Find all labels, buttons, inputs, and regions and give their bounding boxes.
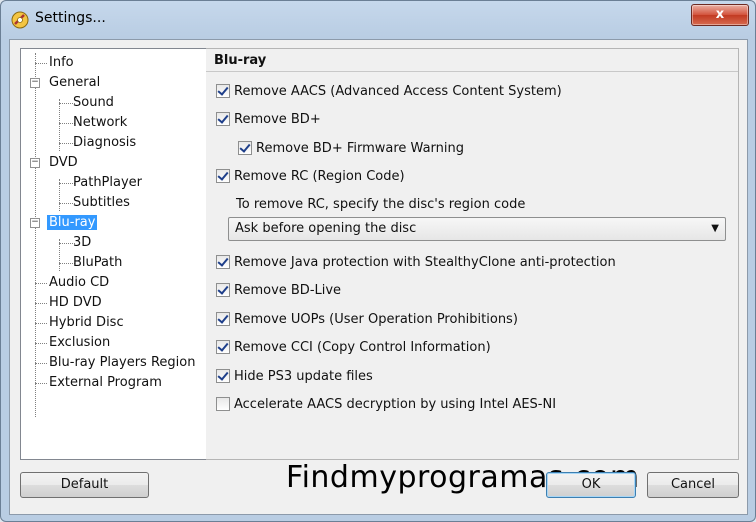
checkbox-hide-ps3-update-files[interactable] xyxy=(216,368,230,383)
checkbox-accelerate-aacs-aes-ni[interactable] xyxy=(216,396,230,411)
tree-item-audio-cd[interactable]: Audio CD xyxy=(49,274,109,292)
option-remove-uops[interactable]: Remove UOPs (User Operation Prohibitions… xyxy=(216,311,518,329)
dropdown-arrow-icon: ▼ xyxy=(711,223,719,234)
cancel-button[interactable]: Cancel xyxy=(647,472,739,498)
option-remove-rc[interactable]: Remove RC (Region Code) xyxy=(216,168,405,186)
default-button[interactable]: Default xyxy=(20,472,149,498)
close-icon: x xyxy=(715,7,725,22)
bluray-settings-panel: Blu-ray Remove AACS (Advanced Access Con… xyxy=(206,48,739,460)
checkbox-remove-cci[interactable] xyxy=(216,339,230,354)
tree-item-info[interactable]: Info xyxy=(49,54,74,72)
tree-item-subtitles[interactable]: Subtitles xyxy=(73,194,130,212)
dialog-body: − − − Info General Sound Network Diagnos… xyxy=(9,39,748,515)
option-hide-ps3-update-files[interactable]: Hide PS3 update files xyxy=(216,368,373,386)
tree-item-blupath[interactable]: BluPath xyxy=(73,254,122,272)
option-remove-bd-live[interactable]: Remove BD-Live xyxy=(216,282,341,300)
settings-window: Settings... x − − − Info General Sound N… xyxy=(0,0,756,522)
option-remove-java-protection[interactable]: Remove Java protection with StealthyClon… xyxy=(216,254,616,272)
tree-item-bluray[interactable]: Blu-ray xyxy=(47,214,98,232)
panel-divider xyxy=(206,71,738,72)
region-code-selected-value: Ask before opening the disc xyxy=(235,221,417,236)
ok-button[interactable]: OK xyxy=(546,472,636,498)
window-title: Settings... xyxy=(35,10,106,26)
checkbox-remove-bd-live[interactable] xyxy=(216,282,230,297)
option-remove-bdplus[interactable]: Remove BD+ xyxy=(216,111,321,129)
tree-item-external-program[interactable]: External Program xyxy=(49,374,162,392)
tree-item-pathplayer[interactable]: PathPlayer xyxy=(73,174,142,192)
app-icon xyxy=(11,11,29,29)
close-button[interactable]: x xyxy=(691,4,749,26)
checkbox-remove-aacs[interactable] xyxy=(216,83,230,98)
checkbox-remove-java-protection[interactable] xyxy=(216,254,230,269)
option-remove-bdplus-firmware-warning[interactable]: Remove BD+ Firmware Warning xyxy=(238,140,464,158)
tree-item-diagnosis[interactable]: Diagnosis xyxy=(73,134,136,152)
checkbox-remove-uops[interactable] xyxy=(216,311,230,326)
tree-item-bluray-players-region[interactable]: Blu-ray Players Region xyxy=(49,354,195,372)
panel-title: Blu-ray xyxy=(214,53,267,68)
option-remove-cci[interactable]: Remove CCI (Copy Control Information) xyxy=(216,339,491,357)
checkbox-remove-bdplus[interactable] xyxy=(216,111,230,126)
settings-tree[interactable]: − − − Info General Sound Network Diagnos… xyxy=(20,48,208,460)
checkbox-remove-rc[interactable] xyxy=(216,168,230,183)
tree-item-network[interactable]: Network xyxy=(73,114,127,132)
tree-item-general[interactable]: General xyxy=(49,74,100,92)
expand-toggle-bluray[interactable]: − xyxy=(30,218,40,228)
title-bar[interactable]: Settings... x xyxy=(1,1,755,39)
region-code-select[interactable]: Ask before opening the disc ▼ xyxy=(228,217,726,241)
expand-toggle-general[interactable]: − xyxy=(30,78,40,88)
tree-item-sound[interactable]: Sound xyxy=(73,94,114,112)
option-remove-aacs[interactable]: Remove AACS (Advanced Access Content Sys… xyxy=(216,83,562,101)
tree-item-exclusion[interactable]: Exclusion xyxy=(49,334,110,352)
checkbox-remove-bdplus-firmware-warning[interactable] xyxy=(238,140,252,155)
region-code-hint: To remove RC, specify the disc's region … xyxy=(236,197,526,212)
tree-item-hybrid-disc[interactable]: Hybrid Disc xyxy=(49,314,124,332)
tree-item-hd-dvd[interactable]: HD DVD xyxy=(49,294,102,312)
tree-item-dvd[interactable]: DVD xyxy=(49,154,78,172)
tree-item-3d[interactable]: 3D xyxy=(73,234,91,252)
option-accelerate-aacs-aes-ni[interactable]: Accelerate AACS decryption by using Inte… xyxy=(216,396,556,414)
expand-toggle-dvd[interactable]: − xyxy=(30,158,40,168)
